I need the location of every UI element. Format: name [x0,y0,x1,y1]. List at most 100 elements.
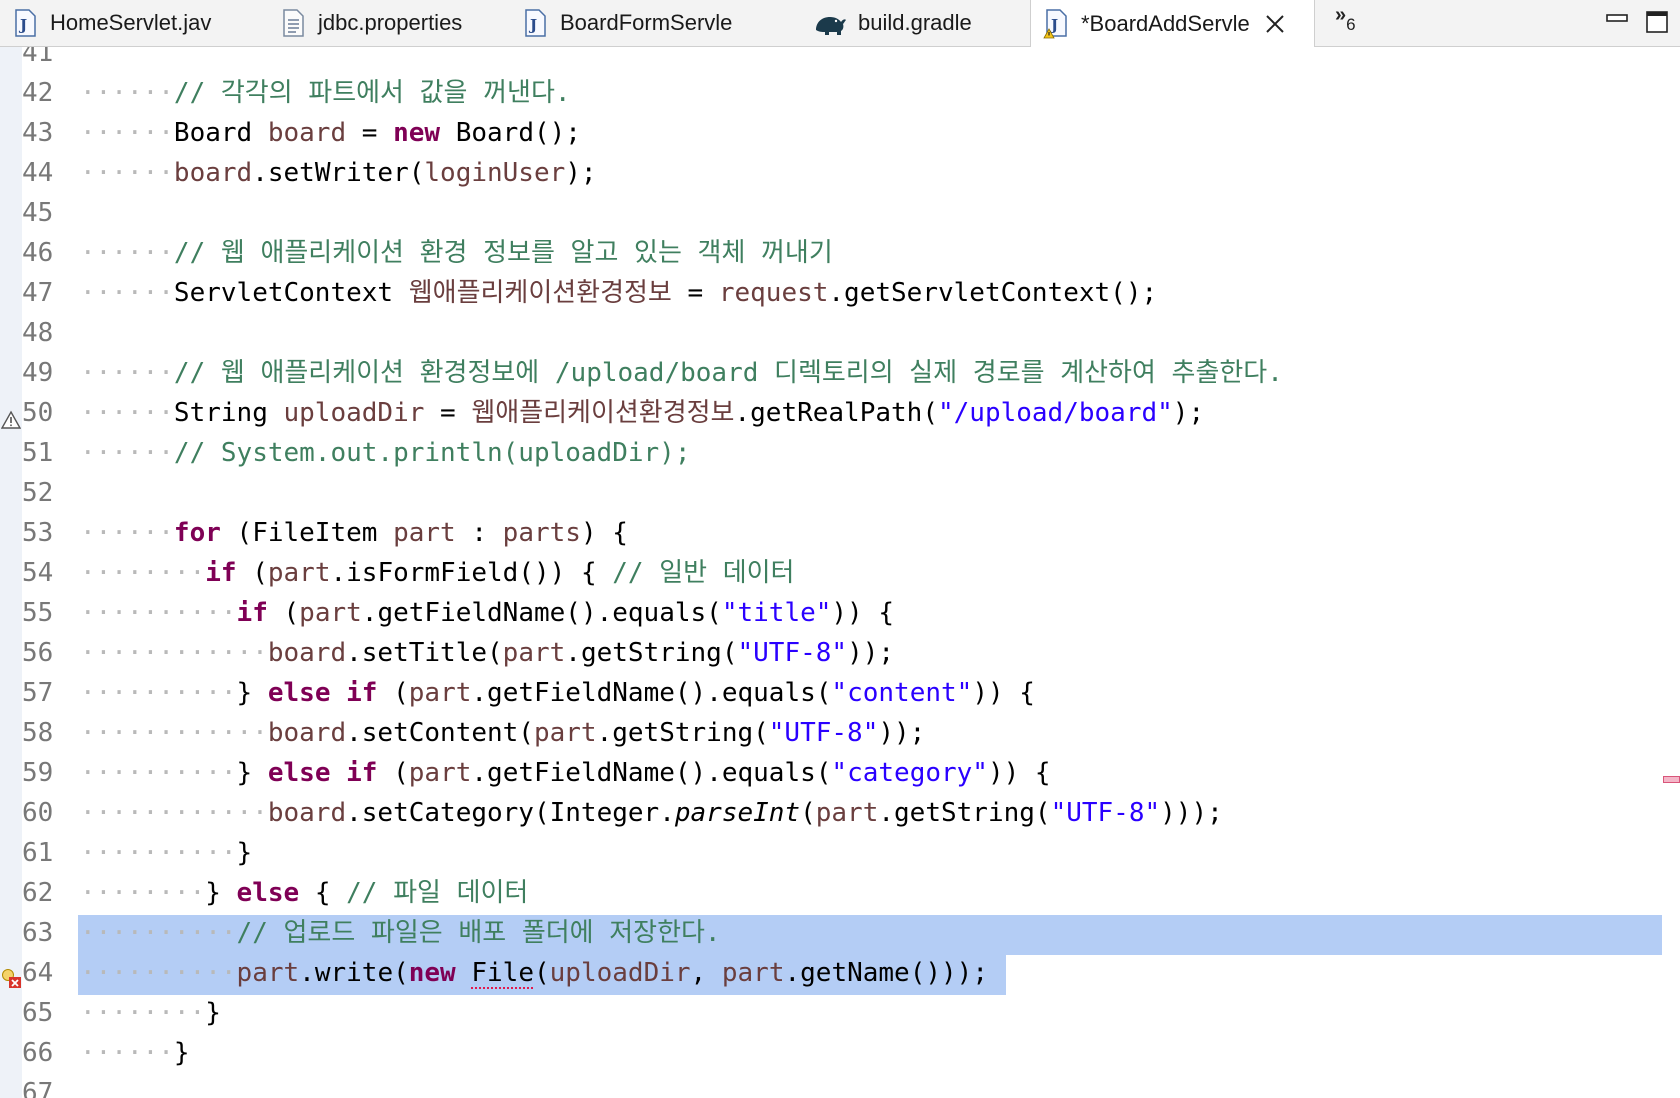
code-line[interactable]: 50 ······String uploadDir = 웹애플리케이션환경정보.g… [0,393,1680,433]
code-token: } [236,838,253,868]
line-number[interactable]: 64 [22,953,78,993]
whitespace-dots: ······ [80,398,174,428]
line-number[interactable]: 57 [22,673,78,713]
line-number[interactable]: 53 [22,513,78,553]
code-line[interactable]: 64 ··········part.write(new File(uploadDi… [0,953,1680,993]
line-number[interactable]: 52 [22,473,78,513]
code-line[interactable]: 42 ······// 각각의 파트에서 값을 꺼낸다. [0,73,1680,113]
code-token: for [173,518,221,548]
code-token: part [299,598,362,628]
code-line[interactable]: 48 [0,313,1680,353]
line-number[interactable]: 56 [22,633,78,673]
whitespace-dots: ········ [80,998,206,1028]
tab-build-gradle[interactable]: build.gradle [800,0,1020,46]
line-number[interactable]: 54 [22,553,78,593]
code-token: )) { [972,678,1035,708]
code-token: )); [878,718,926,748]
code-token: "UTF-8" [1050,798,1161,828]
tab-label: build.gradle [858,10,972,35]
maximize-icon[interactable] [1645,10,1669,38]
line-number[interactable]: 65 [22,993,78,1033]
code-line[interactable]: 65 ········} [0,993,1680,1033]
code-line[interactable]: 53 ······for (FileItem part : parts) { [0,513,1680,553]
code-line[interactable]: 67 [0,1073,1680,1098]
line-number[interactable]: 61 [22,833,78,873]
whitespace-dots: ······ [80,118,174,148]
code-line[interactable]: 41 [0,47,1680,73]
code-token: } [236,758,268,788]
code-line[interactable]: 66 ······} [0,1033,1680,1073]
code-token: )) { [831,598,895,628]
line-number[interactable]: 45 [22,193,78,233]
overflow-chevron-icon: » [1335,4,1347,26]
java-file-icon: J [12,9,38,37]
code-token: if [346,678,378,708]
line-number[interactable]: 46 [22,233,78,273]
code-line[interactable]: 46 ······// 웹 애플리케이션 환경 정보를 알고 있는 객체 꺼내기 [0,233,1680,273]
line-number[interactable]: 42 [22,73,78,113]
code-line[interactable]: 58 ············board.setContent(part.getS… [0,713,1680,753]
minimize-icon[interactable] [1605,10,1629,34]
code-line[interactable]: 55 ··········if (part.getFieldName().equa… [0,593,1680,633]
line-number[interactable]: 44 [22,153,78,193]
code-text: ········} else { // 파일 데이터 [80,873,528,913]
line-number[interactable]: 48 [22,313,78,353]
line-number[interactable]: 60 [22,793,78,833]
code-token: part [721,958,785,988]
code-line[interactable]: 54 ········if (part.isFormField()) { // 일… [0,553,1680,593]
code-line[interactable]: 45 [0,193,1680,233]
line-number[interactable]: 51 [22,433,78,473]
line-number[interactable]: 50 [22,393,78,433]
line-number[interactable]: 66 [22,1033,78,1073]
code-line[interactable]: 56 ············board.setTitle(part.getStr… [0,633,1680,673]
line-number[interactable]: 62 [22,873,78,913]
code-token: .getFieldName().equals( [361,598,722,628]
line-number[interactable]: 41 [22,47,78,73]
code-line[interactable]: 52 [0,473,1680,513]
code-line[interactable]: 61 ··········} [0,833,1680,873]
code-line[interactable]: 63 ··········// 업로드 파일은 배포 폴더에 저장한다. [0,913,1680,953]
overview-ruler-marker[interactable] [1663,776,1680,783]
close-tab-icon[interactable] [1264,13,1286,35]
code-token: (FileItem [220,518,394,548]
tab-jdbc-properties[interactable]: jdbc.properties [268,0,513,46]
whitespace-dots: ·········· [80,758,237,788]
code-token: // System.out.println(uploadDir); [173,438,691,468]
tab-board-add-servlet[interactable]: J *BoardAddServle [1030,0,1315,47]
java-file-icon: J [522,9,548,37]
code-token: part [815,798,879,828]
code-line[interactable]: 59 ··········} else if (part.getFieldName… [0,753,1680,793]
code-token: "/upload/board" [937,398,1173,428]
code-token: new [408,958,456,988]
code-token: else [267,678,331,708]
code-line[interactable]: 43 ······Board board = new Board(); [0,113,1680,153]
code-token: .write( [299,958,409,988]
tab-board-form-servlet[interactable]: J BoardFormServle [510,0,765,46]
line-number[interactable]: 67 [22,1073,78,1098]
code-line[interactable]: 62 ········} else { // 파일 데이터 [0,873,1680,913]
code-token: "content" [831,678,973,708]
code-line[interactable]: 49 ······// 웹 애플리케이션 환경정보에 /upload/board … [0,353,1680,393]
tab-overflow-button[interactable]: »6 [1335,4,1356,34]
code-line[interactable]: 57 ··········} else if (part.getFieldName… [0,673,1680,713]
line-number[interactable]: 55 [22,593,78,633]
line-number[interactable]: 43 [22,113,78,153]
line-number[interactable]: 47 [22,273,78,313]
code-editor[interactable]: 41 42 ······// 각각의 파트에서 값을 꺼낸다. 43 ······Boa… [0,47,1680,1098]
code-line[interactable]: 60 ············board.setCategory(Integer.… [0,793,1680,833]
tab-home-servlet[interactable]: J HomeServlet.jav [0,0,255,46]
code-token: board [267,638,347,668]
line-number[interactable]: 58 [22,713,78,753]
code-line[interactable]: 47 ······ServletContext 웹애플리케이션환경정보 = req… [0,273,1680,313]
code-token: ))); [1160,798,1223,828]
tab-label: BoardFormServle [560,10,733,35]
code-line[interactable]: 51 ······// System.out.println(uploadDir)… [0,433,1680,473]
code-text: ······ServletContext 웹애플리케이션환경정보 = reque… [80,273,1157,313]
line-number[interactable]: 63 [22,913,78,953]
code-line[interactable]: 44 ······board.setWriter(loginUser); [0,153,1680,193]
line-number[interactable]: 49 [22,353,78,393]
java-file-warning-icon: J [1043,8,1069,38]
line-number[interactable]: 59 [22,753,78,793]
